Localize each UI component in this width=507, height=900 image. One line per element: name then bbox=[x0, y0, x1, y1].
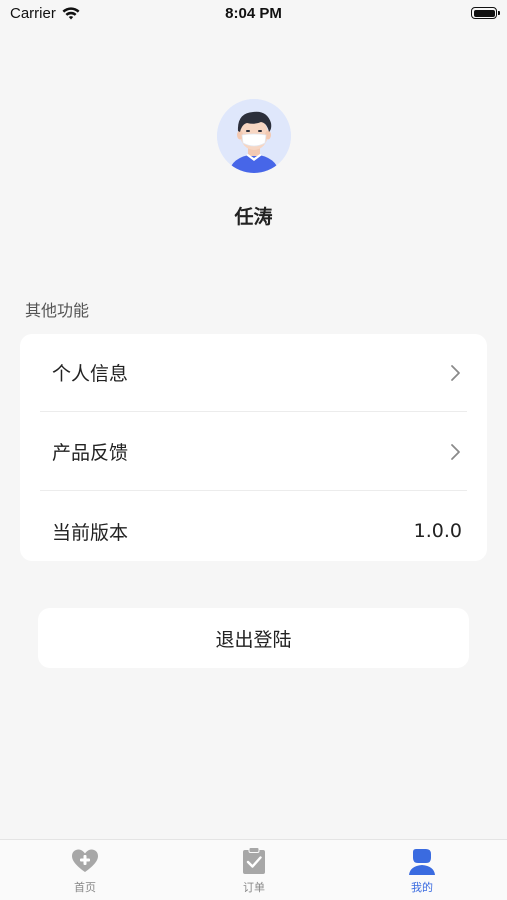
tab-mine[interactable]: 我的 bbox=[372, 846, 472, 895]
menu-item-personal-info[interactable]: 个人信息 bbox=[40, 334, 467, 412]
masked-man-avatar-icon bbox=[217, 99, 291, 173]
menu-item-label: 个人信息 bbox=[52, 363, 129, 385]
user-icon bbox=[409, 849, 435, 875]
menu-item-version: 当前版本 1.0.0 bbox=[40, 492, 467, 570]
section-title: 其他功能 bbox=[25, 301, 90, 320]
tab-bar: 首页 订单 我的 bbox=[0, 839, 507, 900]
menu-item-label: 当前版本 bbox=[52, 521, 129, 544]
version-value: 1.0.0 bbox=[413, 520, 462, 542]
chevron-right-icon bbox=[451, 364, 460, 381]
tab-label: 订单 bbox=[243, 881, 265, 894]
battery-icon bbox=[471, 7, 500, 19]
avatar[interactable] bbox=[217, 99, 291, 173]
status-time: 8:04 PM bbox=[225, 5, 282, 22]
status-bar: Carrier 8:04 PM bbox=[0, 0, 507, 30]
user-name: 任涛 bbox=[234, 206, 273, 228]
tab-label: 首页 bbox=[74, 881, 96, 894]
clipboard-check-icon bbox=[243, 847, 265, 874]
menu-item-feedback[interactable]: 产品反馈 bbox=[40, 413, 467, 491]
tab-orders[interactable]: 订单 bbox=[204, 846, 304, 895]
logout-button[interactable]: 退出登陆 bbox=[38, 608, 469, 668]
tab-label: 我的 bbox=[411, 881, 433, 894]
menu-card: 个人信息 产品反馈 当前版本 1.0.0 bbox=[20, 334, 487, 561]
chevron-right-icon bbox=[451, 443, 460, 460]
tab-home[interactable]: 首页 bbox=[35, 846, 135, 895]
heart-plus-icon bbox=[72, 849, 98, 872]
menu-item-label: 产品反馈 bbox=[52, 442, 129, 464]
